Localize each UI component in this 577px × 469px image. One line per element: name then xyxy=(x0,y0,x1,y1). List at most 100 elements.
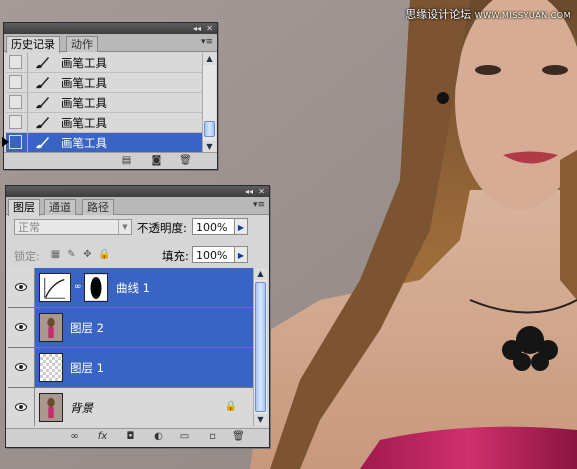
brush-icon xyxy=(36,57,49,69)
panel-menu-icon[interactable]: ▾≡ xyxy=(201,37,213,47)
new-layer-icon[interactable]: ▫ xyxy=(206,431,219,442)
visibility-toggle[interactable] xyxy=(8,388,35,426)
layer-name[interactable]: 图层 1 xyxy=(70,360,104,376)
curves-adjustment-icon xyxy=(39,273,71,302)
panel-titlebar[interactable]: ◂◂ ✕ xyxy=(4,23,217,34)
lock-fill-row: 锁定: ▦ ✎ ✥ 🔒 填充: 100% ▶ xyxy=(6,244,269,266)
layer-row-layer2[interactable]: 图层 2 xyxy=(8,308,253,348)
history-item[interactable]: 画笔工具 xyxy=(6,53,202,73)
trash-icon[interactable]: 🗑 xyxy=(232,431,245,442)
layer-mask-icon[interactable]: ◘ xyxy=(124,431,137,442)
eye-icon xyxy=(15,403,27,411)
layer-row-layer1[interactable]: 图层 1 xyxy=(8,348,253,388)
watermark-text: 思缘设计论坛 xyxy=(405,8,472,21)
snapshot-source-box[interactable] xyxy=(9,135,22,149)
lock-icon: 🔒 xyxy=(224,401,237,412)
visibility-toggle[interactable] xyxy=(8,268,35,307)
visibility-toggle[interactable] xyxy=(8,348,35,387)
trash-icon[interactable]: 🗑 xyxy=(179,155,192,166)
link-layers-icon[interactable]: ∞ xyxy=(68,431,81,442)
close-icon[interactable]: ✕ xyxy=(206,23,213,34)
chevron-down-icon: ▼ xyxy=(118,220,131,234)
eye-icon xyxy=(15,363,27,371)
eye-icon xyxy=(15,323,27,331)
scroll-up-icon[interactable]: ▲ xyxy=(254,268,267,280)
watermark-url: WWW.MISSYUAN.COM xyxy=(474,11,571,20)
fill-slider-button[interactable]: ▶ xyxy=(234,246,248,263)
brush-icon xyxy=(36,77,49,89)
adjustment-layer-icon[interactable]: ◐ xyxy=(152,431,165,442)
history-item[interactable]: 画笔工具 xyxy=(6,73,202,93)
collapse-icon[interactable]: ◂◂ xyxy=(245,186,253,197)
lock-label: 锁定: xyxy=(14,250,40,263)
layer-thumbnail-transparent xyxy=(39,353,63,382)
scroll-thumb[interactable] xyxy=(255,282,266,412)
panel-menu-icon[interactable]: ▾≡ xyxy=(253,200,265,210)
history-scrollbar[interactable]: ▲ ▼ xyxy=(202,53,216,153)
layer-name[interactable]: 背景 xyxy=(70,400,93,416)
history-item-label: 画笔工具 xyxy=(61,136,107,150)
visibility-toggle[interactable] xyxy=(8,308,35,347)
lock-image-icon[interactable]: ✎ xyxy=(66,249,77,260)
history-item-selected[interactable]: 画笔工具 xyxy=(2,133,202,153)
opacity-input[interactable]: 100% xyxy=(192,218,236,235)
lock-position-icon[interactable]: ✥ xyxy=(82,249,93,260)
layer-row-curves[interactable]: ∞ 曲线 1 xyxy=(8,268,253,308)
history-list: 画笔工具 画笔工具 画笔工具 画笔工具 画笔工具 xyxy=(2,53,202,153)
snapshot-source-box[interactable] xyxy=(9,95,22,109)
layer-thumbnail xyxy=(39,313,63,342)
history-item-label: 画笔工具 xyxy=(61,116,107,130)
blend-opacity-row: 正常 ▼ 不透明度: 100% ▶ xyxy=(6,216,269,238)
scroll-up-icon[interactable]: ▲ xyxy=(203,53,216,65)
history-state-pointer-icon[interactable] xyxy=(2,137,9,147)
history-item-label: 画笔工具 xyxy=(61,96,107,110)
layers-tabs: 图层 通道 路径 ▾≡ xyxy=(6,197,269,216)
scroll-thumb[interactable] xyxy=(204,121,215,137)
history-item-label: 画笔工具 xyxy=(61,76,107,90)
layers-footer: ∞ fx ◘ ◐ ▭ ▫ 🗑 xyxy=(6,428,269,447)
snapshot-source-box[interactable] xyxy=(9,115,22,129)
layers-scrollbar[interactable]: ▲ ▼ xyxy=(253,268,267,426)
collapse-icon[interactable]: ◂◂ xyxy=(193,23,201,34)
history-item[interactable]: 画笔工具 xyxy=(6,93,202,113)
history-panel: ◂◂ ✕ 历史记录 动作 ▾≡ 画笔工具 画笔工具 画笔工具 画笔工具 画笔工具… xyxy=(2,22,218,170)
new-document-from-state-icon[interactable]: ▤ xyxy=(120,155,133,166)
fill-input[interactable]: 100% xyxy=(192,246,236,263)
brush-icon xyxy=(36,97,49,109)
history-item[interactable]: 画笔工具 xyxy=(6,113,202,133)
opacity-slider-button[interactable]: ▶ xyxy=(234,218,248,235)
tab-layers[interactable]: 图层 xyxy=(8,199,40,216)
lock-all-icon[interactable]: 🔒 xyxy=(98,249,110,260)
scroll-down-icon[interactable]: ▼ xyxy=(254,414,267,426)
snapshot-source-box[interactable] xyxy=(9,75,22,89)
layer-name[interactable]: 图层 2 xyxy=(70,320,104,336)
layer-mask-thumbnail[interactable] xyxy=(84,273,108,302)
blend-mode-select[interactable]: 正常 ▼ xyxy=(14,219,132,235)
layers-list: ∞ 曲线 1 图层 2 图层 1 背景 🔒 xyxy=(8,268,253,426)
history-item-label: 画笔工具 xyxy=(61,56,107,70)
blend-mode-value: 正常 xyxy=(18,221,40,234)
mask-link-icon[interactable]: ∞ xyxy=(74,282,82,292)
tab-actions[interactable]: 动作 xyxy=(66,36,98,52)
layer-thumbnail xyxy=(39,393,63,422)
snapshot-source-box[interactable] xyxy=(9,55,22,69)
history-tabs: 历史记录 动作 ▾≡ xyxy=(4,34,217,53)
group-folder-icon[interactable]: ▭ xyxy=(178,431,191,442)
close-icon[interactable]: ✕ xyxy=(258,186,265,197)
fill-label: 填充: xyxy=(162,249,189,263)
layers-panel: ◂◂ ✕ 图层 通道 路径 ▾≡ 正常 ▼ 不透明度: 100% ▶ 锁定: ▦… xyxy=(5,185,270,448)
layer-name[interactable]: 曲线 1 xyxy=(116,280,150,296)
layer-row-background[interactable]: 背景 🔒 xyxy=(8,388,253,426)
tab-channels[interactable]: 通道 xyxy=(44,199,76,215)
lock-transparent-icon[interactable]: ▦ xyxy=(50,249,61,260)
opacity-label: 不透明度: xyxy=(137,221,187,235)
camera-snapshot-icon[interactable]: ◙ xyxy=(150,155,163,166)
fx-icon[interactable]: fx xyxy=(96,431,109,442)
history-footer: ▤ ◙ 🗑 xyxy=(4,152,217,169)
brush-icon xyxy=(36,117,49,129)
panel-titlebar[interactable]: ◂◂ ✕ xyxy=(6,186,269,197)
eye-icon xyxy=(15,283,27,291)
brush-icon xyxy=(36,137,49,149)
tab-paths[interactable]: 路径 xyxy=(82,199,114,215)
tab-history[interactable]: 历史记录 xyxy=(6,36,60,53)
